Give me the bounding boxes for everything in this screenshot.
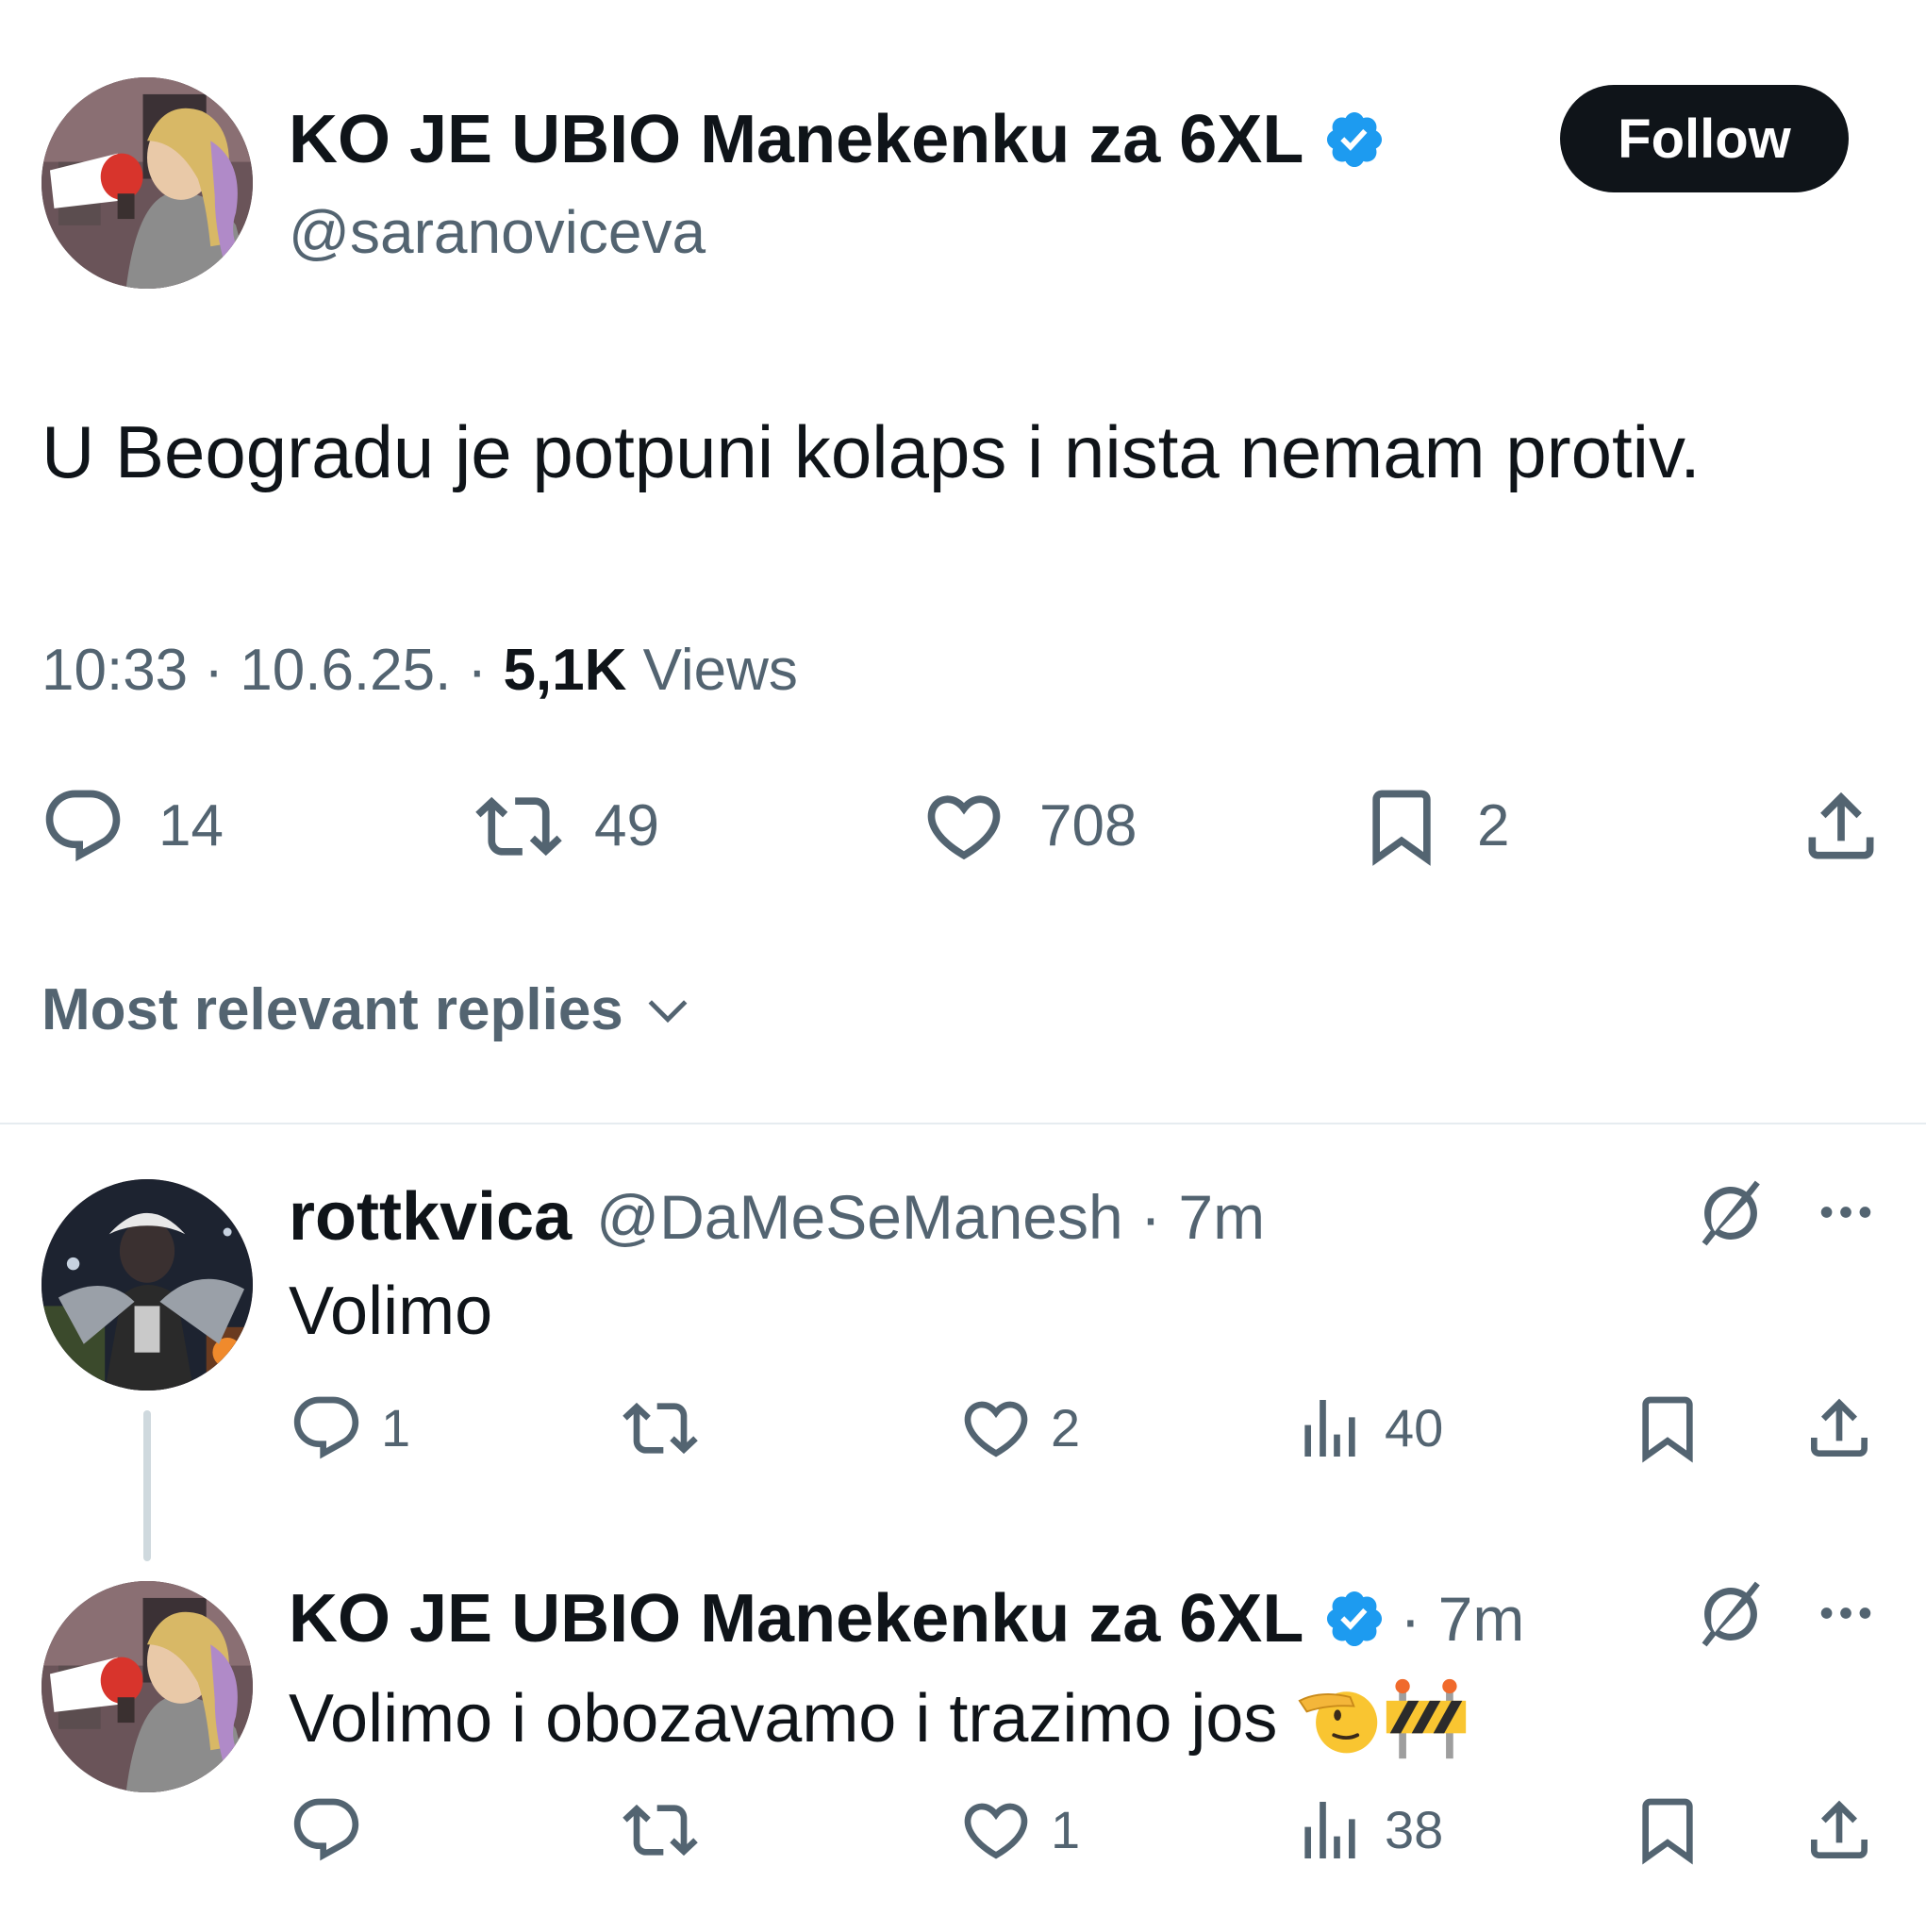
reply-avatar[interactable] (42, 1581, 253, 1792)
tweet-meta: 10:33 · 10.6.25. · 5,1K Views (42, 641, 798, 700)
construction-emoji-icon (1383, 1675, 1469, 1762)
reply-header: rottkvica @DaMeSeManesh · 7m (289, 1183, 1265, 1251)
repost-icon (475, 783, 562, 870)
views-count: 5,1K (503, 638, 627, 703)
views-action[interactable]: 38 (1292, 1792, 1443, 1868)
grok-icon[interactable] (1690, 1173, 1771, 1254)
reply-display-name[interactable]: rottkvica (289, 1183, 572, 1251)
repost-icon (623, 1792, 698, 1868)
reply-handle-time[interactable]: · 7m (1400, 1588, 1524, 1650)
reply-count: 14 (158, 793, 224, 858)
reply-text: Volimo i obozavamo i trazimo jos (289, 1681, 1278, 1757)
views-icon (1292, 1792, 1368, 1868)
share-action[interactable] (1801, 1391, 1877, 1466)
follow-button[interactable]: Follow (1560, 85, 1849, 192)
bookmark-action[interactable]: 2 (1358, 783, 1509, 870)
reply-icon (40, 783, 126, 870)
reply-action[interactable]: 14 (40, 783, 224, 870)
views-label: Views (626, 638, 798, 703)
reply-icon (289, 1792, 364, 1868)
author-handle[interactable]: @saranoviceva (289, 202, 706, 262)
grok-icon[interactable] (1690, 1574, 1771, 1655)
like-icon (921, 783, 1007, 870)
share-icon (1801, 1792, 1877, 1868)
reply-display-name[interactable]: KO JE UBIO Manekenku za 6XL (289, 1585, 1303, 1653)
saluting-face-emoji-icon (1296, 1675, 1383, 1762)
replies-sort-label: Most relevant replies (42, 977, 623, 1042)
reply-count: 1 (381, 1398, 411, 1457)
reply-text: Volimo (289, 1274, 493, 1349)
bookmark-icon (1630, 1792, 1705, 1868)
repost-count: 49 (594, 793, 659, 858)
emoji-group (1296, 1675, 1469, 1762)
author-avatar[interactable] (42, 77, 253, 289)
avatar-image (42, 1581, 253, 1792)
like-icon (958, 1792, 1034, 1868)
reply-text-row: Volimo i obozavamo i trazimo jos (289, 1675, 1469, 1762)
share-icon (1798, 783, 1884, 870)
reply-handle-time[interactable]: @DaMeSeManesh · 7m (596, 1186, 1265, 1248)
like-action[interactable]: 2 (958, 1391, 1080, 1466)
like-count: 708 (1039, 793, 1137, 858)
views-count: 40 (1385, 1398, 1444, 1457)
avatar-image (42, 1179, 253, 1391)
tweet-text: U Beogradu je potpuni kolaps i nista nem… (42, 410, 1701, 493)
more-options-icon[interactable] (1813, 1580, 1879, 1646)
repost-icon (623, 1391, 698, 1466)
reply-header: KO JE UBIO Manekenku za 6XL · 7m (289, 1585, 1524, 1653)
section-divider (0, 1123, 1926, 1124)
bookmark-action[interactable] (1630, 1792, 1705, 1868)
verified-badge-icon (1322, 1587, 1386, 1651)
repost-action[interactable] (623, 1792, 715, 1868)
author-display-name[interactable]: KO JE UBIO Manekenku za 6XL (289, 106, 1386, 174)
bookmark-icon (1630, 1391, 1705, 1466)
replies-sort-dropdown[interactable]: Most relevant replies (42, 981, 695, 1040)
views-count: 38 (1385, 1800, 1444, 1859)
like-icon (958, 1391, 1034, 1466)
share-icon (1801, 1391, 1877, 1466)
reply-icon (289, 1391, 364, 1466)
chevron-down-icon (640, 983, 695, 1038)
like-count: 2 (1051, 1398, 1081, 1457)
bookmark-action[interactable] (1630, 1391, 1705, 1466)
reply-action[interactable]: 1 (289, 1391, 410, 1466)
share-action[interactable] (1798, 783, 1884, 870)
share-action[interactable] (1801, 1792, 1877, 1868)
repost-action[interactable] (623, 1391, 715, 1466)
more-options-icon[interactable] (1813, 1179, 1879, 1245)
tweet-timestamp[interactable]: 10:33 · 10.6.25. · (42, 638, 503, 703)
reply-avatar[interactable] (42, 1179, 253, 1391)
avatar-image (42, 77, 253, 289)
verified-badge-icon (1322, 108, 1386, 172)
views-action[interactable]: 40 (1292, 1391, 1443, 1466)
views-icon (1292, 1391, 1368, 1466)
like-action[interactable]: 708 (921, 783, 1137, 870)
author-name-text: KO JE UBIO Manekenku za 6XL (289, 102, 1304, 177)
thread-connector-line (143, 1410, 151, 1561)
like-count: 1 (1051, 1800, 1081, 1859)
bookmark-icon (1358, 783, 1445, 870)
like-action[interactable]: 1 (958, 1792, 1080, 1868)
bookmark-count: 2 (1477, 793, 1510, 858)
reply-action[interactable] (289, 1792, 381, 1868)
repost-action[interactable]: 49 (475, 783, 659, 870)
